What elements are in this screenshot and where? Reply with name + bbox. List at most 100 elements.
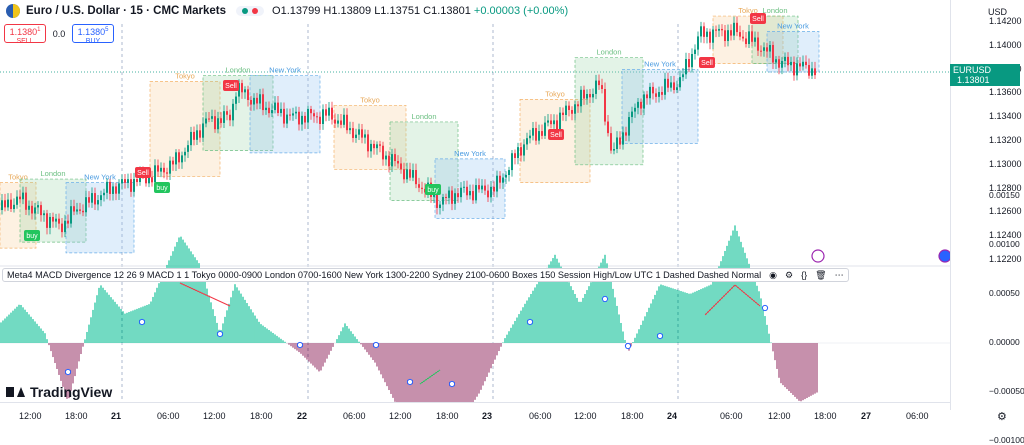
eye-icon[interactable]: ◉ — [769, 270, 777, 281]
candle-body — [127, 179, 129, 183]
candle-body — [664, 78, 666, 95]
candle-body — [361, 129, 363, 138]
candle-body — [58, 218, 60, 224]
candle-body — [538, 131, 540, 141]
candle-body — [670, 82, 672, 88]
candle-body — [157, 165, 159, 172]
candle-body — [103, 192, 105, 196]
candle-body — [706, 31, 708, 37]
candle-body — [250, 100, 252, 105]
candle-body — [289, 114, 291, 116]
candle-body — [718, 28, 720, 31]
source-code-icon[interactable]: {} — [801, 270, 807, 281]
candle-body — [346, 114, 348, 131]
symbol-tag: EURUSD — [953, 65, 992, 75]
time-tick-label: 12:00 — [574, 411, 597, 421]
candle-body — [688, 59, 690, 68]
candle-body — [73, 206, 75, 212]
candle-body — [715, 29, 717, 31]
session-label-tokyo: Tokyo — [545, 89, 565, 98]
candle-body — [793, 61, 795, 76]
chart-settings-icon[interactable]: ⚙ — [997, 410, 1007, 423]
candle-body — [277, 102, 279, 114]
candle-body — [742, 36, 744, 39]
candle-body — [475, 185, 477, 201]
candle-body — [256, 97, 258, 104]
tradingview-logo-icon — [6, 387, 26, 397]
candle-body — [331, 107, 333, 120]
candle-body — [628, 117, 630, 136]
candle-body — [121, 179, 123, 184]
candle-body — [406, 169, 408, 180]
candle-body — [292, 113, 294, 116]
candle-body — [16, 196, 18, 205]
candle-body — [478, 185, 480, 190]
candle-body — [583, 89, 585, 99]
candle-body — [490, 186, 492, 198]
candle-body — [64, 220, 66, 233]
candle-body — [727, 30, 729, 42]
indicator-legend[interactable]: Meta4 MACD Divergence 12 26 9 MACD 1 1 T… — [2, 268, 849, 282]
time-axis[interactable]: 12:00 18:00 21 06:00 12:00 18:00 22 06:00 12:00 1… — [0, 402, 950, 429]
price-axis[interactable]: 1.142001.140001.138001.136001.134001.132… — [950, 0, 1024, 445]
candle-body — [520, 147, 522, 156]
candle-body — [313, 113, 315, 117]
candle-body — [589, 94, 591, 98]
time-tick-label: 06:00 — [720, 411, 743, 421]
candle-body — [523, 144, 525, 156]
candle-body — [253, 97, 255, 105]
candle-body — [154, 165, 156, 183]
candle-body — [598, 80, 600, 86]
candle-body — [751, 31, 753, 42]
candle-body — [307, 108, 309, 123]
candle-body — [505, 175, 507, 178]
macd-pivot-marker — [448, 380, 456, 388]
macd-pivot-marker — [601, 295, 609, 303]
candle-body — [70, 206, 72, 224]
time-tick-label: 12:00 — [19, 411, 42, 421]
candle-body — [679, 77, 681, 88]
macd-tick-label: −0.00100 — [989, 435, 1024, 445]
candle-body — [697, 36, 699, 50]
price-chart[interactable]: Tokyo London New York Tokyo London New York To… — [0, 0, 950, 402]
candle-body — [388, 155, 390, 167]
delete-icon[interactable]: 🗑 — [815, 270, 826, 281]
candle-body — [148, 177, 150, 184]
macd-tick-label: 0.00050 — [989, 288, 1020, 298]
candle-body — [694, 49, 696, 54]
candle-body — [772, 45, 774, 63]
candle-body — [808, 65, 810, 76]
candle-body — [739, 32, 741, 37]
session-label-newyork: New York — [777, 22, 809, 31]
candle-body — [100, 195, 102, 201]
candle-body — [484, 185, 486, 191]
price-tick-label: 1.12200 — [989, 254, 1022, 264]
candle-body — [529, 135, 531, 139]
candle-body — [397, 161, 399, 164]
macd-pivot-marker — [526, 318, 534, 326]
candle-body — [547, 120, 549, 123]
time-tick-label: 06:00 — [157, 411, 180, 421]
replay-icon — [938, 249, 950, 263]
buy-signal-label: buy — [427, 187, 439, 194]
candle-body — [814, 68, 816, 76]
price-tick-label: 1.13200 — [989, 135, 1022, 145]
price-tick-label: 1.12600 — [989, 206, 1022, 217]
candle-body — [811, 68, 813, 76]
candle-body — [187, 145, 189, 152]
settings-icon[interactable]: ⚙ — [785, 270, 793, 281]
price-tick-label: 1.14200 — [989, 16, 1022, 26]
price-tick-label: 1.13400 — [989, 111, 1022, 122]
candle-body — [667, 78, 669, 88]
candle-body — [385, 155, 387, 160]
candle-body — [805, 61, 807, 66]
candle-body — [577, 104, 579, 107]
candle-body — [190, 131, 192, 146]
candle-body — [301, 115, 303, 125]
candle-body — [52, 216, 54, 222]
candle-body — [700, 26, 702, 37]
candle-body — [592, 93, 594, 98]
candle-body — [616, 137, 618, 150]
candle-body — [550, 120, 552, 125]
more-icon[interactable]: ⋯ — [835, 270, 844, 281]
